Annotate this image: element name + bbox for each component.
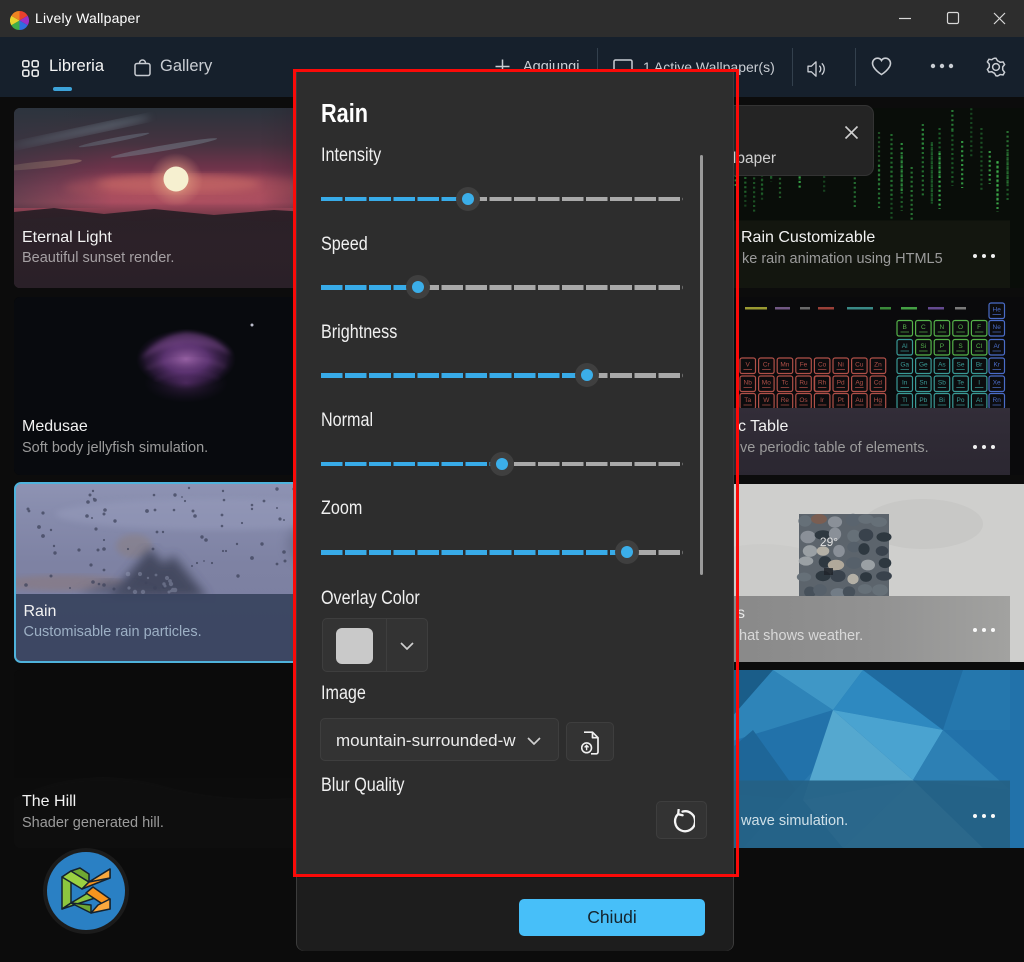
svg-text:Sn: Sn: [919, 379, 927, 386]
svg-text:He: He: [993, 306, 1002, 313]
svg-text:O: O: [958, 324, 963, 331]
svg-text:Tl: Tl: [902, 397, 908, 404]
svg-text:29°: 29°: [820, 535, 838, 549]
svg-text:Sb: Sb: [938, 379, 946, 386]
svg-text:As: As: [938, 361, 946, 368]
svg-text:Ta: Ta: [744, 397, 751, 404]
svg-text:Ga: Ga: [900, 361, 909, 368]
svg-text:V: V: [746, 361, 751, 368]
svg-text:Al: Al: [902, 343, 908, 350]
svg-text:S: S: [958, 343, 963, 350]
svg-text:Tc: Tc: [782, 379, 789, 386]
svg-text:P: P: [940, 343, 944, 350]
svg-text:Cu: Cu: [855, 361, 864, 368]
svg-text:B: B: [903, 324, 907, 331]
svg-text:C: C: [921, 324, 926, 331]
svg-text:Re: Re: [781, 397, 790, 404]
svg-text:F: F: [977, 324, 981, 331]
svg-text:Se: Se: [957, 361, 965, 368]
svg-text:Ni: Ni: [838, 361, 844, 368]
svg-text:Mn: Mn: [780, 361, 789, 368]
svg-text:Pd: Pd: [837, 379, 845, 386]
svg-text:Pb: Pb: [919, 397, 927, 404]
svg-text:Rn: Rn: [993, 397, 1002, 404]
svg-text:At: At: [976, 397, 982, 404]
svg-text:Os: Os: [799, 397, 808, 404]
svg-text:Br: Br: [976, 361, 983, 368]
svg-text:Rh: Rh: [818, 379, 827, 386]
svg-text:Cd: Cd: [874, 379, 883, 386]
svg-text:In: In: [902, 379, 908, 386]
svg-text:I: I: [978, 379, 980, 386]
svg-text:N: N: [940, 324, 945, 331]
svg-text:Ag: Ag: [855, 379, 863, 386]
svg-text:Cr: Cr: [763, 361, 771, 368]
svg-text:Ar: Ar: [993, 343, 1000, 350]
svg-text:Ru: Ru: [799, 379, 808, 386]
svg-text:Si: Si: [920, 343, 926, 350]
svg-text:Au: Au: [855, 397, 863, 404]
svg-text:Co: Co: [818, 361, 827, 368]
svg-text:Fe: Fe: [800, 361, 808, 368]
svg-text:Po: Po: [957, 397, 965, 404]
svg-text:Bi: Bi: [939, 397, 945, 404]
svg-text:Xe: Xe: [993, 379, 1001, 386]
svg-text:Ne: Ne: [993, 324, 1002, 331]
svg-text:Cl: Cl: [976, 343, 983, 350]
svg-text:Mo: Mo: [762, 379, 771, 386]
svg-text:Nb: Nb: [744, 379, 753, 386]
svg-text:Ge: Ge: [919, 361, 928, 368]
svg-text:Te: Te: [957, 379, 964, 386]
svg-text:W: W: [763, 397, 770, 404]
svg-text:Zn: Zn: [874, 361, 882, 368]
svg-text:Hg: Hg: [874, 397, 883, 404]
svg-text:Kr: Kr: [993, 361, 1000, 368]
svg-text:Pt: Pt: [838, 397, 844, 404]
